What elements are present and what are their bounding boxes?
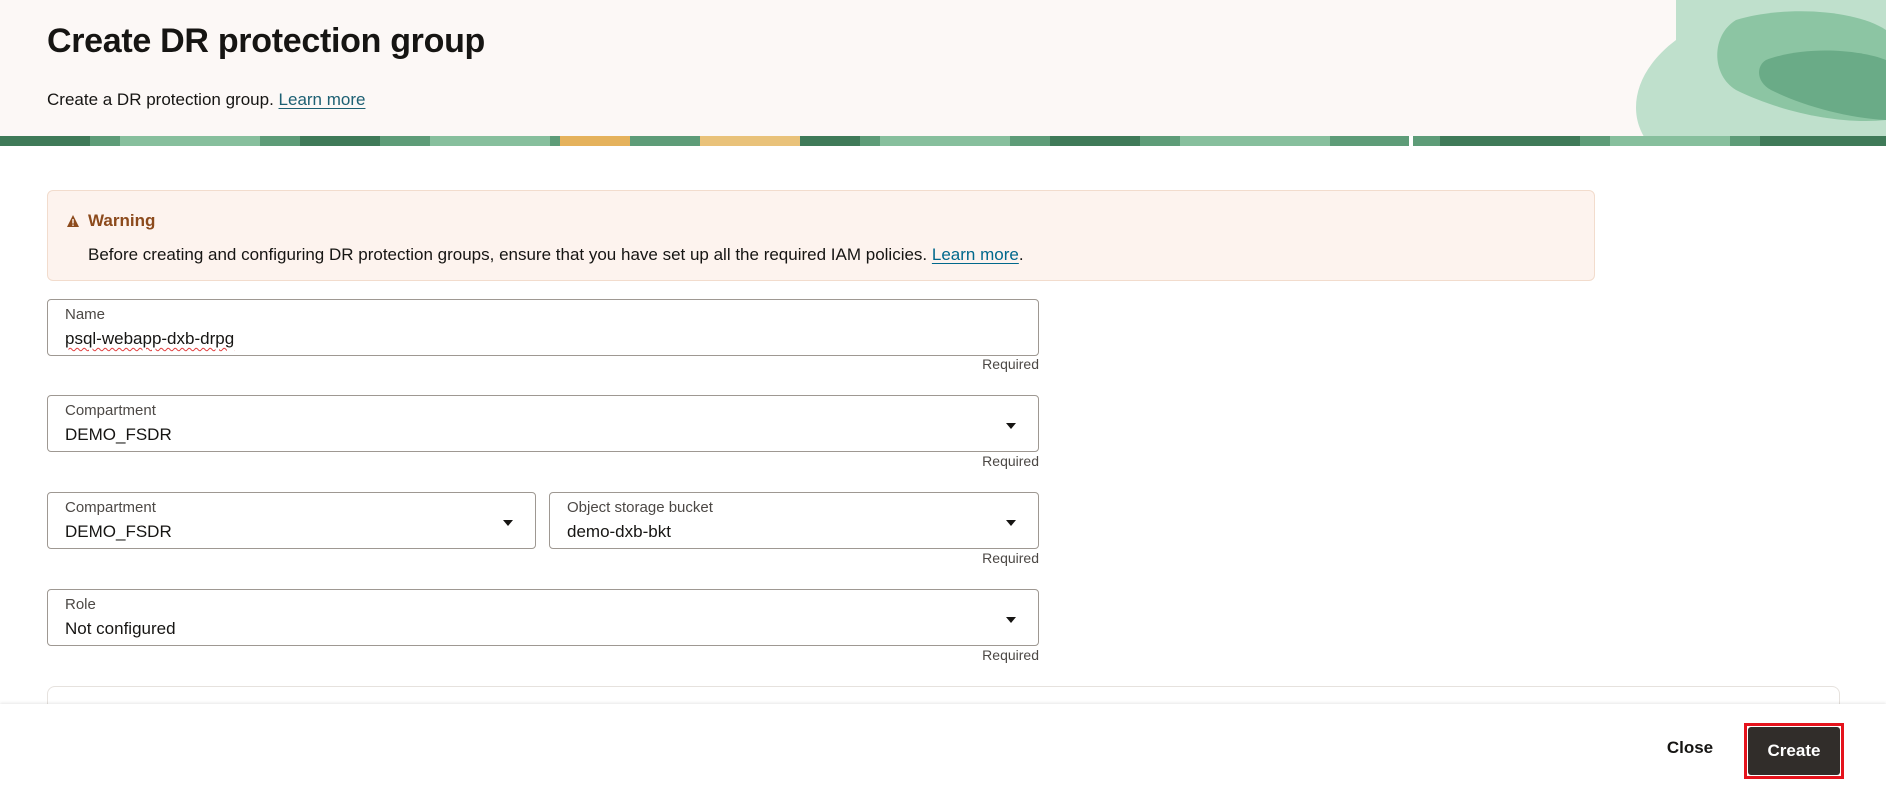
bucket-label: Object storage bucket (567, 499, 713, 516)
name-input-value: psql-webapp-dxb-drpg (65, 329, 235, 348)
name-field[interactable]: Name psql-webapp-dxb-drpg (47, 299, 1039, 356)
page-header: Create DR protection group Create a DR p… (0, 0, 1886, 146)
bucket-compartment-label: Compartment (65, 499, 156, 516)
header-pattern-strip (0, 136, 1886, 146)
warning-text: Before creating and configuring DR prote… (88, 245, 928, 264)
role-label: Role (65, 596, 96, 613)
name-required-hint: Required (982, 356, 1039, 372)
compartment-required-hint: Required (982, 453, 1039, 469)
compartment-value: DEMO_FSDR (65, 425, 172, 444)
warning-header: Warning (66, 211, 155, 231)
chevron-down-icon (1006, 617, 1016, 623)
bucket-required-hint: Required (982, 550, 1039, 566)
compartment-label: Compartment (65, 402, 156, 419)
warning-learn-more-link[interactable]: Learn more (932, 245, 1019, 264)
name-label: Name (65, 306, 106, 323)
compartment-select[interactable]: Compartment DEMO_FSDR (47, 395, 1039, 452)
page-description-text: Create a DR protection group. (47, 90, 274, 109)
warning-message: Before creating and configuring DR prote… (88, 245, 1024, 265)
next-section-card (47, 686, 1840, 706)
create-button[interactable]: Create (1748, 727, 1840, 775)
object-storage-bucket-select[interactable]: Object storage bucket demo-dxb-bkt (549, 492, 1039, 549)
warning-banner: Warning Before creating and configuring … (47, 190, 1595, 281)
page-description: Create a DR protection group. Learn more (47, 90, 365, 110)
warning-title: Warning (88, 211, 156, 230)
footer-bar: Close Create (0, 704, 1886, 790)
bucket-compartment-select[interactable]: Compartment DEMO_FSDR (47, 492, 536, 549)
bucket-value: demo-dxb-bkt (567, 522, 671, 541)
page-title: Create DR protection group (47, 22, 486, 60)
close-button[interactable]: Close (1650, 726, 1730, 770)
role-value: Not configured (65, 619, 176, 638)
chevron-down-icon (1006, 520, 1016, 526)
warning-trailing-period: . (1018, 245, 1024, 264)
role-select[interactable]: Role Not configured (47, 589, 1039, 646)
warning-icon (67, 215, 79, 227)
header-learn-more-link[interactable]: Learn more (279, 90, 366, 109)
header-decoration (1636, 0, 1886, 140)
bucket-compartment-value: DEMO_FSDR (65, 522, 172, 541)
chevron-down-icon (503, 520, 513, 526)
chevron-down-icon (1006, 423, 1016, 429)
role-required-hint: Required (982, 647, 1039, 663)
